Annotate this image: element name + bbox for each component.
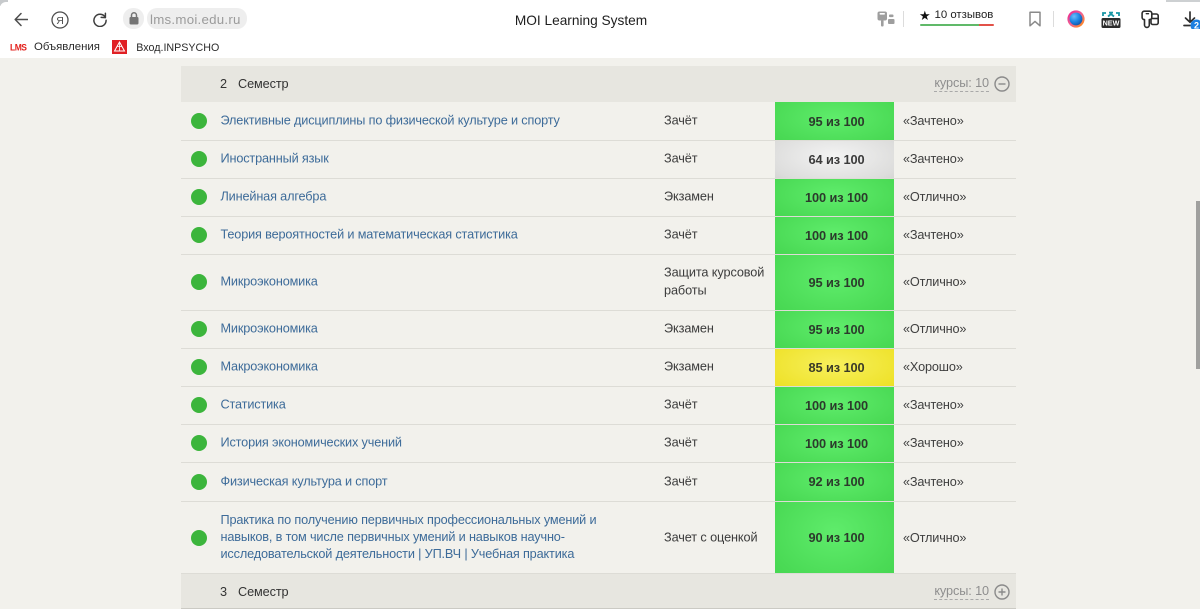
svg-text:2: 2 <box>1194 21 1199 29</box>
svg-text:Я: Я <box>56 14 64 26</box>
svg-text:NEW: NEW <box>1103 19 1120 28</box>
